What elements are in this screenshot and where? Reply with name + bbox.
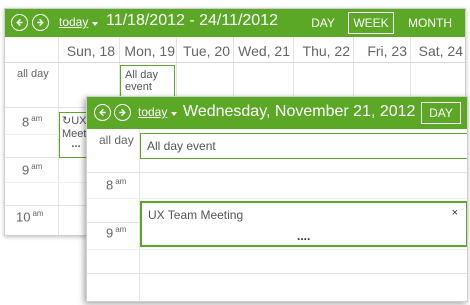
recurring-icon: ↻ (62, 115, 72, 127)
time-label-8am: 8 am (106, 177, 127, 193)
time-label-9am: 9 am (22, 162, 43, 178)
event-title: UX (71, 115, 87, 127)
day-header[interactable]: Tue, 20 (177, 43, 230, 59)
row-divider (87, 273, 467, 274)
day-view-window: today Wednesday, November 21, 2012 DAY a… (86, 96, 468, 302)
prev-button[interactable] (94, 104, 111, 121)
close-icon[interactable]: × (452, 207, 458, 219)
prev-button[interactable] (11, 14, 28, 31)
next-button[interactable] (32, 14, 49, 31)
week-toolbar: today 11/18/2012 - 24/11/2012 DAY WEEK M… (5, 9, 465, 37)
view-week-button[interactable]: WEEK (348, 12, 394, 34)
day-header[interactable]: Wed, 21 (234, 43, 290, 59)
next-button[interactable] (114, 104, 131, 121)
today-link[interactable]: today (138, 105, 167, 119)
day-date-title: Wednesday, November 21, 2012 (183, 103, 416, 120)
view-month-button[interactable]: MONTH (400, 12, 460, 34)
day-header[interactable]: Sun, 18 (63, 43, 115, 59)
today-caret-icon[interactable] (92, 22, 98, 26)
time-label-10am: 10 am (16, 209, 44, 225)
all-day-label: all day (99, 133, 134, 147)
arrow-left-icon (16, 18, 23, 27)
all-day-event[interactable]: All day event (140, 133, 467, 159)
row-divider (87, 172, 467, 173)
time-label-8am: 8 am (22, 114, 43, 130)
event-title: event (125, 81, 152, 93)
day-header-row: Sun, 18 Mon, 19 Tue, 20 Wed, 21 Thu, 22 … (5, 37, 465, 63)
view-day-button[interactable]: DAY (421, 102, 461, 124)
view-day-button[interactable]: DAY (305, 12, 341, 34)
all-day-label: all day (17, 68, 49, 80)
time-label-9am: 9 am (106, 225, 127, 241)
day-toolbar: today Wednesday, November 21, 2012 DAY (87, 97, 467, 129)
today-link[interactable]: today (59, 15, 88, 29)
today-caret-icon[interactable] (171, 112, 177, 116)
half-hour-divider (87, 249, 467, 250)
day-header[interactable]: Thu, 22 (294, 43, 350, 59)
arrow-right-icon (119, 108, 126, 117)
arrow-left-icon (99, 108, 106, 117)
ux-team-meeting-event[interactable]: UX Team Meeting × .... (140, 201, 467, 247)
event-more-dots[interactable]: .... (297, 229, 310, 243)
half-hour-divider (87, 198, 467, 199)
day-header[interactable]: Sat, 24 (411, 43, 463, 59)
event-title: All day (125, 69, 159, 81)
date-range-title: 11/18/2012 - 24/11/2012 (106, 12, 278, 29)
event-title: UX Team Meeting (148, 208, 244, 222)
arrow-right-icon (37, 18, 44, 27)
day-header[interactable]: Fri, 23 (354, 43, 407, 59)
day-header[interactable]: Mon, 19 (118, 43, 175, 59)
